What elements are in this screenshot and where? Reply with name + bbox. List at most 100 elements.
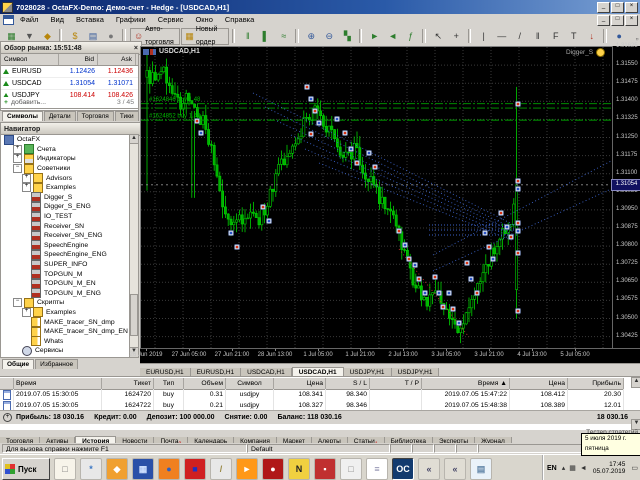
toolbar-arrows[interactable]: ↓ xyxy=(583,27,601,45)
toolbar-chart-shift[interactable]: ◄ xyxy=(384,27,402,45)
terminal-row-1[interactable]: 2019.07.05 15:30:05 1624720 buy 0.31 usdjpy 1… xyxy=(0,389,624,400)
toolbar-crosshair[interactable]: + xyxy=(447,27,465,45)
toolbar-vertical-line[interactable]: | xyxy=(475,27,493,45)
nav-item-Digger_S_ENG[interactable]: Digger_S_ENG xyxy=(1,201,130,212)
close-icon[interactable]: × xyxy=(134,45,138,52)
market-watch-row-USDCAD[interactable]: USDCAD 1.31054 1.31071 xyxy=(1,78,138,90)
expand-icon[interactable]: + xyxy=(13,144,22,154)
taskbar-player-orange[interactable]: ► xyxy=(236,458,258,480)
toolbar-trendline[interactable]: / xyxy=(511,27,529,45)
chart-plot[interactable]: #1624846 buy 1.48 #1624852 buy 1.48 xyxy=(141,47,613,349)
expand-icon[interactable]: − xyxy=(13,298,22,308)
taskbar-paint[interactable]: / xyxy=(210,458,232,480)
market-watch-add-row[interactable]: + добавить... 3 / 45 xyxy=(0,97,139,109)
toolbar-tile-windows[interactable]: ▚ xyxy=(338,27,356,45)
menu-Вид[interactable]: Вид xyxy=(44,14,70,26)
nav-item-Examples[interactable]: + Examples xyxy=(1,182,130,193)
market-watch-tab-Тики[interactable]: Тики xyxy=(114,111,139,121)
close-button[interactable]: × xyxy=(625,2,638,13)
chart-area[interactable]: #1624846 buy 1.48 #1624852 buy 1.48 xyxy=(140,46,640,364)
toolbar-line-chart[interactable]: ≈ xyxy=(275,27,293,45)
nav-item-Сервисы[interactable]: Сервисы xyxy=(1,345,130,356)
menu-Справка[interactable]: Справка xyxy=(219,14,260,26)
navigator-tab-Избранное[interactable]: Избранное xyxy=(35,359,79,369)
taskbar-document[interactable]: ≡ xyxy=(366,458,388,480)
clock[interactable]: 17:45 05.07.2019 xyxy=(593,461,626,475)
taskbar-firefox[interactable]: ● xyxy=(158,458,180,480)
taskbar-window-grey[interactable]: □ xyxy=(340,458,362,480)
close-button[interactable]: × xyxy=(625,15,638,26)
market-watch-tab-Торговля[interactable]: Торговля xyxy=(76,111,114,121)
taskbar-arrows-left-2[interactable]: « xyxy=(444,458,466,480)
nav-item-TOPGUN_M_EN[interactable]: TOPGUN_M_EN xyxy=(1,278,130,289)
nav-item-Скрипты[interactable]: − Скрипты xyxy=(1,297,130,308)
nav-item-Whats[interactable]: Whats xyxy=(1,336,130,347)
terminal-tab-История[interactable]: История xyxy=(75,436,117,443)
terminal-scroll-up-icon[interactable]: ▲ xyxy=(631,377,640,388)
restore-button[interactable]: □ xyxy=(611,2,624,13)
nav-item-Receiver_SN_ENG[interactable]: Receiver_SN_ENG xyxy=(1,230,130,241)
expand-icon[interactable]: + xyxy=(22,173,31,183)
nav-item-TOPGUN_M[interactable]: TOPGUN_M xyxy=(1,269,130,280)
toolbar-candlestick-chart[interactable]: ▌ xyxy=(257,27,275,45)
minimize-button[interactable]: _ xyxy=(597,15,610,26)
taskbar-color-squares[interactable]: ■ xyxy=(184,458,206,480)
calendar-icon[interactable]: ▭ xyxy=(631,464,638,472)
expert-advisor-label[interactable]: Digger_S xyxy=(566,48,606,57)
nav-item-SpeechEngine[interactable]: SpeechEngine xyxy=(1,240,130,251)
network-icon[interactable]: ▦ xyxy=(569,464,576,472)
nav-item-SUPER_INFO[interactable]: SUPER_INFO xyxy=(1,259,130,270)
nav-item-Receiver_SN[interactable]: Receiver_SN xyxy=(1,221,130,232)
menu-Вставка[interactable]: Вставка xyxy=(70,14,110,26)
toolbar-new-order[interactable]: ▦ Новый ордер xyxy=(181,26,229,46)
nav-item-TOPGUN_M_ENG[interactable]: TOPGUN_M_ENG xyxy=(1,288,130,299)
language-indicator[interactable]: EN xyxy=(547,465,557,472)
toolbar-horizontal-line[interactable]: — xyxy=(493,27,511,45)
scrollbar-thumb[interactable] xyxy=(130,294,138,336)
nav-item-IO_TEST[interactable]: IO_TEST xyxy=(1,211,130,222)
nav-item-SpeechEngine_ENG[interactable]: SpeechEngine_ENG xyxy=(1,249,130,260)
nav-item-OctaFX[interactable]: OctaFX xyxy=(1,135,130,145)
minimize-button[interactable]: _ xyxy=(597,2,610,13)
expand-icon[interactable]: + xyxy=(22,307,31,317)
restore-button[interactable]: □ xyxy=(611,15,624,26)
toolbar-magnifier[interactable]: ● xyxy=(610,27,628,45)
toolbar-auto-scroll[interactable]: ► xyxy=(366,27,384,45)
taskbar-film-blue[interactable]: ▦ xyxy=(132,458,154,480)
taskbar-notebook[interactable]: ▤ xyxy=(470,458,492,480)
nav-item-MAKE_tracer_SN_dmp[interactable]: MAKE_tracer_SN_dmp xyxy=(1,317,130,328)
toolbar-bar-chart[interactable]: ‖ xyxy=(239,27,257,45)
toolbar-cursor[interactable]: ↖ xyxy=(429,27,447,45)
nav-item-Digger_S[interactable]: Digger_S xyxy=(1,192,130,203)
toolbar-channel[interactable]: ‖ xyxy=(529,27,547,45)
market-watch-tab-Символы[interactable]: Символы xyxy=(2,111,43,121)
expand-icon[interactable]: + xyxy=(22,183,31,193)
taskbar-media-orange[interactable]: ◆ xyxy=(106,458,128,480)
toolbar-indicators[interactable]: ƒ xyxy=(402,27,420,45)
market-watch-row-EURUSD[interactable]: EURUSD 1.12426 1.12436 xyxy=(1,66,138,78)
toolbar-fibonacci[interactable]: F xyxy=(547,27,565,45)
volume-icon[interactable]: ◄ xyxy=(580,465,587,472)
nav-item-Советники[interactable]: − Советники xyxy=(1,163,130,174)
profile-selector[interactable]: Default xyxy=(247,444,390,453)
nav-item-MAKE_tracer_SN_dmp_EN[interactable]: MAKE_tracer_SN_dmp_EN xyxy=(1,326,130,337)
toolbar-zoom-out[interactable]: ⊖ xyxy=(320,27,338,45)
menu-Файл[interactable]: Файл xyxy=(14,14,44,26)
taskbar-folder-window[interactable]: □ xyxy=(54,458,76,480)
circle-plus-icon[interactable]: + xyxy=(3,413,12,422)
market-watch-tab-Детали[interactable]: Детали xyxy=(43,111,76,121)
nav-item-Счета[interactable]: + Счета xyxy=(1,144,130,155)
navigator-scrollbar[interactable] xyxy=(129,143,139,349)
nav-item-Examples[interactable]: + Examples xyxy=(1,307,130,318)
taskbar-arrows-left-1[interactable]: « xyxy=(418,458,440,480)
nav-item-Advisors[interactable]: + Advisors xyxy=(1,173,130,184)
toolbar-chat[interactable]: „ xyxy=(628,27,640,45)
navigator-tab-Общие[interactable]: Общие xyxy=(2,359,35,369)
expand-icon[interactable]: − xyxy=(13,164,22,174)
taskbar-media-red[interactable]: ● xyxy=(262,458,284,480)
expand-icon[interactable]: + xyxy=(13,154,22,164)
toolbar-zoom-in[interactable]: ⊕ xyxy=(302,27,320,45)
taskbar-settings-gear[interactable]: * xyxy=(80,458,102,480)
taskbar-winamp[interactable]: N xyxy=(288,458,310,480)
updates-icon[interactable]: ▴ xyxy=(562,464,566,472)
